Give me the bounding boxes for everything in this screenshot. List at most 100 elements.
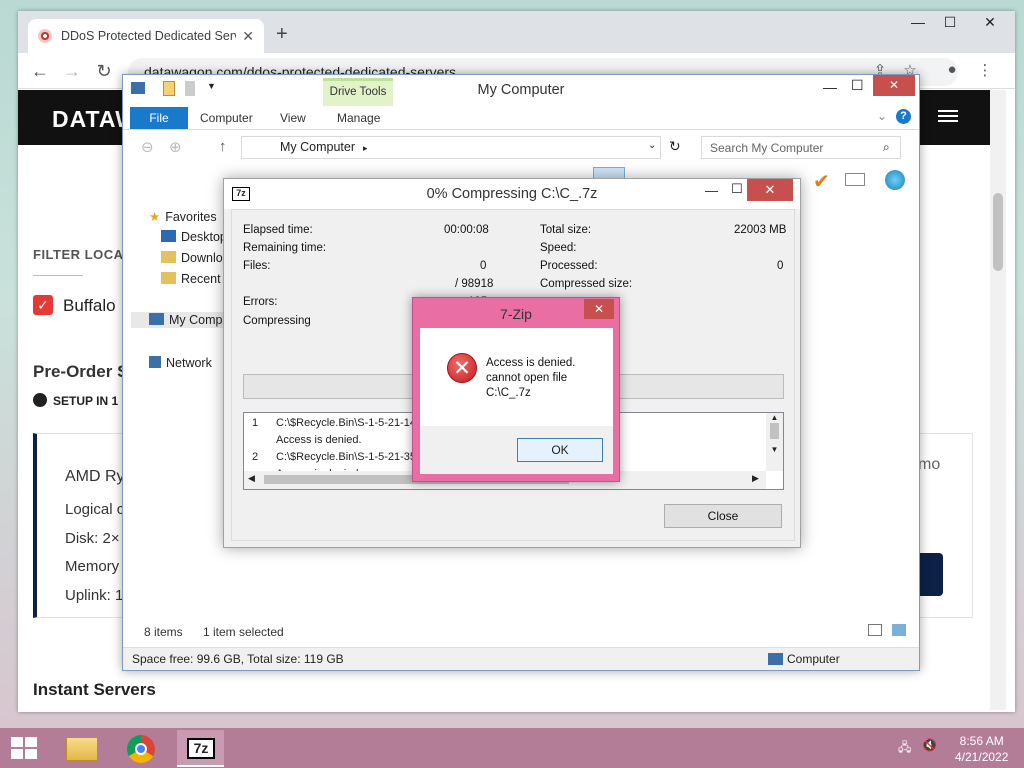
back-arrow-icon[interactable]: ← <box>28 61 52 82</box>
files-label: Files: <box>243 260 271 272</box>
demo-text: mo <box>918 456 941 473</box>
address-bar[interactable]: My Computer ▸ <box>241 136 661 159</box>
profile-icon[interactable]: ● <box>940 61 964 78</box>
explorer-close-button[interactable]: ✕ <box>873 75 915 96</box>
elapsed-label: Elapsed time: <box>243 224 313 236</box>
nav-network-label: Network <box>166 356 212 370</box>
buffalo-label: Buffalo <box>63 296 116 315</box>
hamburger-menu-icon[interactable] <box>938 107 958 127</box>
windows-start-icon[interactable] <box>11 737 37 759</box>
qat-dropdown-icon[interactable]: ▼ <box>207 81 216 91</box>
tab-view[interactable]: View <box>280 111 306 125</box>
nav-favorites[interactable]: ★ Favorites <box>149 209 217 224</box>
clock-icon <box>33 393 47 407</box>
close-dialog-button[interactable]: Close <box>664 504 782 528</box>
speed-label: Speed: <box>540 242 577 254</box>
search-icon[interactable]: ⌕ <box>883 140 890 155</box>
address-dropdown-icon[interactable]: ⌄ <box>648 140 656 151</box>
taskbar: 7z 🖧 🔇 8:56 AM 4/21/2022 <box>0 728 1024 768</box>
explorer-forward-icon[interactable]: ⊕ <box>169 138 182 156</box>
large-icons-view-icon[interactable] <box>892 624 906 636</box>
processed-label: Processed: <box>540 260 598 272</box>
tab-manage[interactable]: Manage <box>337 111 380 125</box>
nav-recent[interactable]: Recent p <box>161 272 231 286</box>
buffalo-checkbox[interactable]: ✓ <box>33 295 53 315</box>
tab-close-icon[interactable]: ✕ <box>242 28 254 45</box>
volume-muted-icon[interactable]: 🔇 <box>922 738 937 752</box>
compress-minimize-button[interactable]: — <box>705 183 718 198</box>
chrome-taskbar-icon[interactable] <box>118 730 165 767</box>
log-num: 2 <box>252 451 259 463</box>
error-titlebar: 7-Zip ✕ <box>413 298 619 328</box>
nav-downloads-label: Downlo <box>181 251 223 265</box>
nav-downloads[interactable]: Downlo <box>161 251 223 265</box>
error-line-2: cannot open file <box>486 372 568 384</box>
item-count: 8 items <box>144 625 183 639</box>
taskbar-clock[interactable]: 8:56 AM 4/21/2022 <box>955 733 1008 765</box>
scrollbar-thumb[interactable] <box>993 193 1003 271</box>
error-close-button[interactable]: ✕ <box>584 299 614 319</box>
refresh-icon[interactable]: ↻ <box>669 138 681 155</box>
ribbon-expand-icon[interactable]: ⌄ <box>877 109 887 123</box>
setup-text: SETUP IN 1 <box>53 394 119 408</box>
tab-title: DDoS Protected Dedicated Serve <box>61 29 237 43</box>
minimize-button[interactable]: — <box>901 11 935 33</box>
error-footer: OK <box>420 426 613 474</box>
errors-label: Errors: <box>243 296 278 308</box>
reload-icon[interactable]: ↻ <box>92 61 116 82</box>
log-path: C:\$Recycle.Bin\S-1-5-21-35 <box>276 451 417 463</box>
details-view-icon[interactable] <box>868 624 882 636</box>
computer-icon <box>131 82 145 94</box>
properties-icon[interactable] <box>163 81 175 96</box>
ribbon-tabs: File Computer View Manage ⌄ ? <box>123 106 919 130</box>
setup-time-label: SETUP IN 1 <box>33 393 118 408</box>
ok-button[interactable]: OK <box>517 438 603 462</box>
error-body: ✕ Access is denied. cannot open file C:\… <box>420 328 613 426</box>
computer-small-icon <box>768 653 783 665</box>
menu-dots-icon[interactable]: ⋮ <box>973 61 997 79</box>
error-line-1: Access is denied. <box>486 357 576 369</box>
explorer-back-icon[interactable]: ⊖ <box>141 138 154 156</box>
network-tray-icon[interactable]: 🖧 <box>898 738 911 759</box>
selection-count: 1 item selected <box>203 625 284 639</box>
network-icon <box>149 356 161 368</box>
log-vertical-scrollbar[interactable]: ▲ ▼ <box>766 413 783 471</box>
7zip-taskbar-icon[interactable]: 7z <box>177 730 224 767</box>
files-value: 0 <box>480 260 487 272</box>
preorder-heading: Pre-Order S <box>33 362 129 381</box>
nav-my-computer[interactable]: My Comp <box>131 312 224 328</box>
star-icon: ★ <box>149 210 161 224</box>
recent-folder-icon <box>161 272 176 284</box>
browser-tab[interactable]: DDoS Protected Dedicated Serve ✕ <box>28 19 264 53</box>
site-favicon-icon <box>38 29 52 43</box>
explorer-maximize-button[interactable]: ☐ <box>851 77 864 94</box>
search-input[interactable]: Search My Computer <box>701 136 901 159</box>
window-icon[interactable] <box>845 173 865 186</box>
compress-close-button[interactable]: ✕ <box>747 179 793 201</box>
compress-maximize-button[interactable]: ☐ <box>731 181 743 197</box>
tab-file[interactable]: File <box>130 107 188 129</box>
help-icon[interactable]: ? <box>896 109 911 124</box>
error-x-icon: ✕ <box>447 353 477 383</box>
page-scrollbar[interactable] <box>990 90 1006 710</box>
log-num: 1 <box>252 417 259 429</box>
new-tab-button[interactable]: + <box>276 23 288 46</box>
forward-arrow-icon[interactable]: → <box>60 61 84 82</box>
up-arrow-icon[interactable]: ↑ <box>219 138 227 155</box>
maximize-button[interactable]: ☐ <box>933 11 967 33</box>
explorer-minimize-button[interactable]: — <box>823 79 837 95</box>
compressed-size-label: Compressed size: <box>540 278 633 290</box>
close-button[interactable]: ✕ <box>973 11 1007 33</box>
server-title: AMD Ry <box>65 468 125 485</box>
drive-tools-label: Drive Tools <box>323 78 393 106</box>
nav-desktop[interactable]: Desktop <box>161 230 227 244</box>
checkmark-icon[interactable]: ✔ <box>813 169 830 194</box>
nav-network[interactable]: Network <box>149 356 212 370</box>
tab-computer[interactable]: Computer <box>200 111 253 125</box>
file-explorer-taskbar-icon[interactable] <box>58 730 105 767</box>
new-folder-icon[interactable] <box>185 81 195 96</box>
instant-servers-heading: Instant Servers <box>33 680 156 699</box>
globe-icon[interactable] <box>885 170 905 190</box>
tab-bar: DDoS Protected Dedicated Serve ✕ + — ☐ ✕ <box>18 11 1015 53</box>
explorer-title: My Computer <box>477 82 565 98</box>
